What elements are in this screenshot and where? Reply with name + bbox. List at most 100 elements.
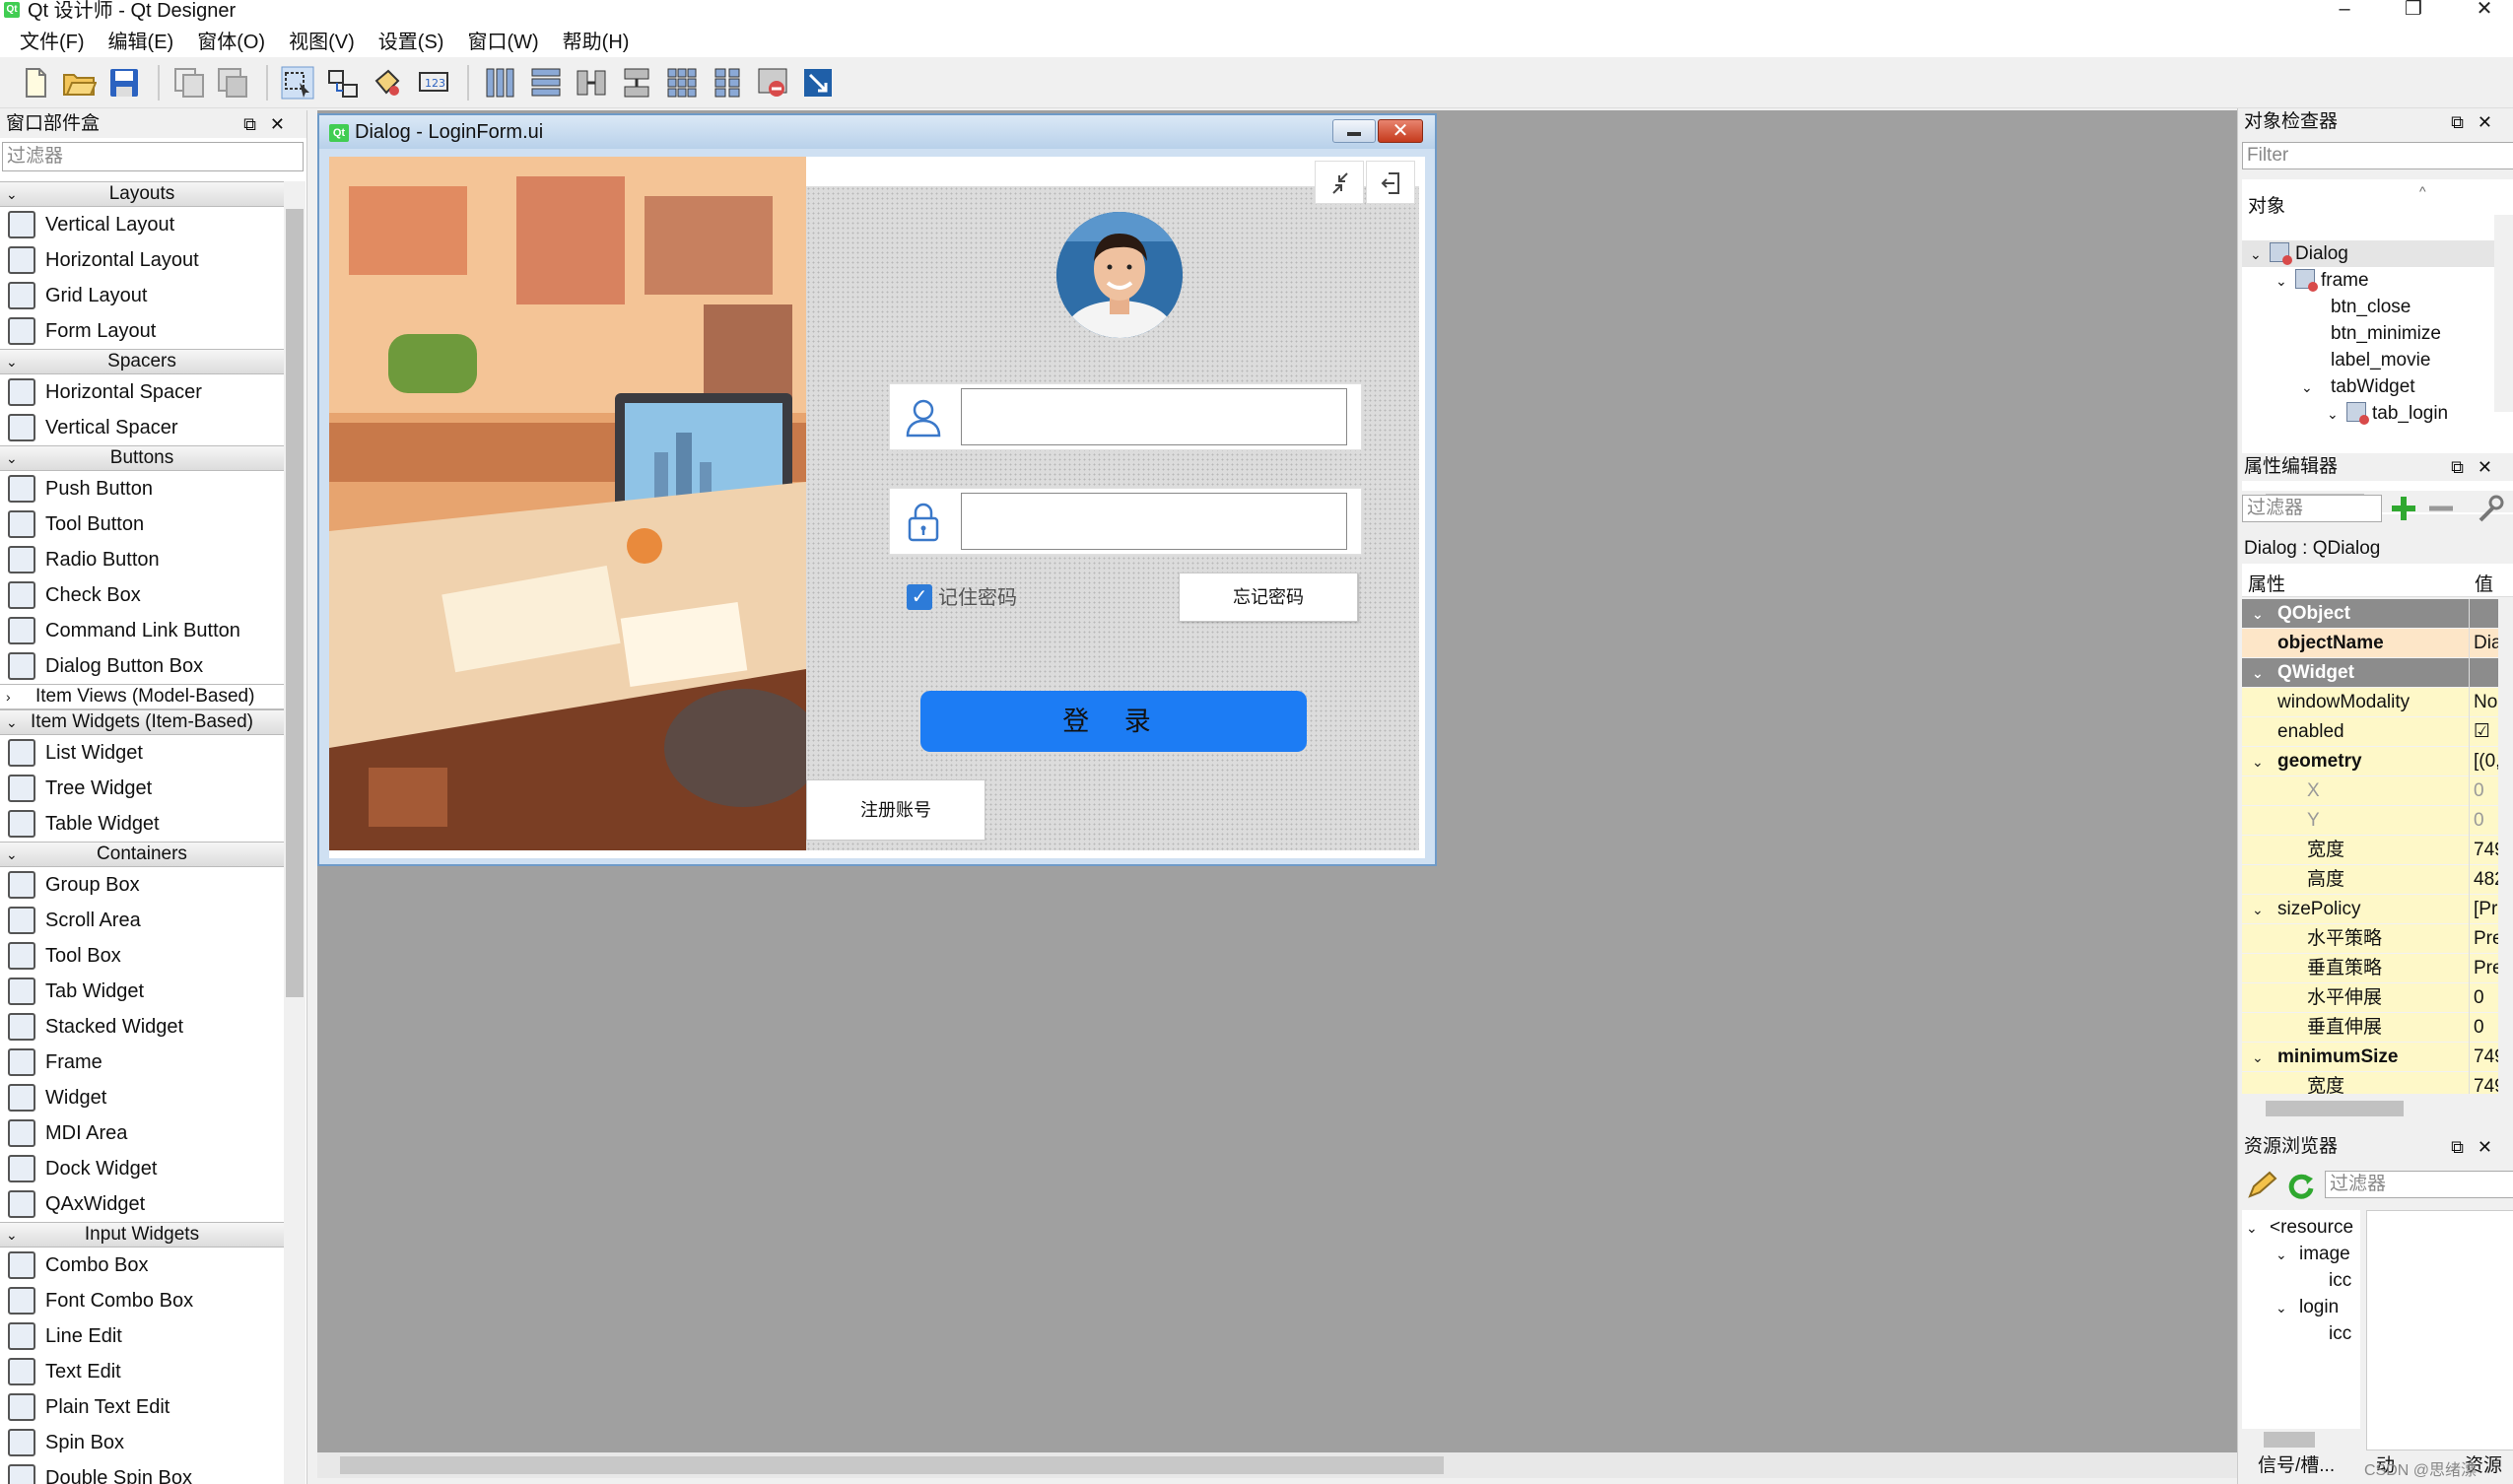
property-hscroll[interactable] [2242, 1098, 2513, 1119]
password-input[interactable] [961, 493, 1347, 550]
chevron-down-icon[interactable]: ⌄ [2250, 241, 2270, 268]
object-tree-item[interactable]: btn_close [2242, 294, 2494, 320]
object-tree-item[interactable]: label_movie [2242, 347, 2494, 373]
layout-horizontal-splitter-icon[interactable] [574, 65, 609, 101]
property-row[interactable]: enabled ☑ [2242, 717, 2513, 747]
property-hscroll-thumb[interactable] [2266, 1101, 2404, 1116]
menu-view[interactable]: 视图(V) [277, 26, 367, 54]
widget-box-item[interactable]: Font Combo Box [0, 1283, 284, 1318]
property-value[interactable]: 482 [2469, 865, 2502, 895]
property-row[interactable]: 垂直伸展 0 [2242, 1013, 2513, 1043]
chevron-down-icon[interactable]: ⌄ [2327, 401, 2346, 428]
login-button[interactable]: 登 录 [920, 691, 1307, 752]
resource-tree-item[interactable]: icc [2242, 1267, 2360, 1294]
property-value[interactable]: 0 [2469, 806, 2502, 836]
register-button[interactable]: 注册账号 [806, 779, 985, 841]
widget-category-header[interactable]: ⌄ Spacers [0, 349, 284, 374]
widget-box-item[interactable]: Double Spin Box [0, 1460, 284, 1484]
layout-grid-icon[interactable] [664, 65, 700, 101]
object-tree-item[interactable]: btn_minimize [2242, 320, 2494, 347]
widget-box-item[interactable]: Plain Text Edit [0, 1389, 284, 1425]
widget-box-item[interactable]: Horizontal Spacer [0, 374, 284, 410]
widget-box-item[interactable]: Tool Button [0, 506, 284, 542]
menu-edit[interactable]: 编辑(E) [97, 26, 186, 54]
widget-category-header[interactable]: ⌄ Item Widgets (Item-Based) [0, 709, 284, 735]
menu-file[interactable]: 文件(F) [8, 26, 97, 54]
open-folder-icon[interactable] [61, 65, 97, 101]
property-value[interactable]: Dia [2469, 629, 2502, 658]
property-row[interactable]: objectName Dia [2242, 629, 2513, 658]
close-window-button[interactable]: ✕ [2460, 0, 2509, 22]
menu-window[interactable]: 窗口(W) [455, 26, 550, 54]
dock-float-close-icons[interactable]: ⧉✕ [243, 110, 299, 138]
property-value[interactable]: Pre [2469, 924, 2502, 954]
chevron-down-icon[interactable]: ⌄ [2275, 1242, 2299, 1267]
property-vscroll[interactable] [2498, 599, 2513, 1094]
dock-float-close-icons[interactable]: ⧉✕ [2451, 1133, 2506, 1161]
property-row[interactable]: 水平伸展 0 [2242, 983, 2513, 1013]
layout-vertical-icon[interactable] [528, 65, 564, 101]
username-input[interactable] [961, 388, 1347, 445]
remember-password-checkbox[interactable]: ✓ [907, 584, 932, 610]
menu-help[interactable]: 帮助(H) [551, 26, 642, 54]
property-row[interactable]: ⌄ QWidget [2242, 658, 2513, 688]
remove-property-icon[interactable] [2425, 493, 2457, 524]
dialog-minimize-button[interactable] [1332, 119, 1376, 143]
resource-tree-item[interactable]: ⌄ image [2242, 1241, 2360, 1267]
widget-box-item[interactable]: Horizontal Layout [0, 242, 284, 278]
configure-wrench-icon[interactable] [2475, 493, 2506, 524]
resource-tree-hscroll-thumb[interactable] [2264, 1432, 2315, 1448]
edit-resources-pencil-icon[interactable] [2244, 1169, 2277, 1202]
resource-tree-hscroll[interactable] [2242, 1429, 2360, 1450]
widget-box-scroll-thumb[interactable] [286, 209, 304, 997]
widget-box-item[interactable]: Table Widget [0, 806, 284, 842]
btn-close[interactable] [1366, 161, 1415, 204]
object-tree-item[interactable]: ⌄ tab_login [2242, 400, 2494, 427]
object-inspector-filter-input[interactable]: Filter [2242, 142, 2513, 169]
object-tree-item[interactable]: ⌄ tabWidget [2242, 373, 2494, 400]
property-row[interactable]: X0 [2242, 776, 2513, 806]
property-value[interactable]: 0 [2469, 983, 2502, 1013]
property-row[interactable]: 宽度 749 [2242, 836, 2513, 865]
widget-box-item[interactable]: Check Box [0, 577, 284, 613]
property-row[interactable]: ⌄ minimumSize 749 [2242, 1043, 2513, 1072]
property-value[interactable]: 0 [2469, 1013, 2502, 1043]
edit-widgets-icon[interactable] [280, 65, 315, 101]
reload-resources-icon[interactable] [2283, 1169, 2317, 1202]
widget-box-item[interactable]: Tool Box [0, 938, 284, 974]
form-editor-hscroll-thumb[interactable] [340, 1456, 1444, 1474]
dock-float-close-icons[interactable]: ⧉✕ [2451, 453, 2506, 481]
widget-box-item[interactable]: QAxWidget [0, 1186, 284, 1222]
widget-box-item[interactable]: Tab Widget [0, 974, 284, 1009]
btn-minimize[interactable] [1315, 161, 1364, 204]
property-row[interactable]: Y0 [2242, 806, 2513, 836]
resource-tree-item[interactable]: ⌄ login [2242, 1294, 2360, 1320]
chevron-down-icon[interactable]: ⌄ [2301, 374, 2321, 401]
chevron-down-icon[interactable]: ⌄ [2275, 1295, 2299, 1320]
login-dialog-window[interactable]: Qt Dialog - LoginForm.ui ✕ ✓ 记住密码 忘记密码 登… [317, 113, 1437, 866]
widget-box-item[interactable]: Line Edit [0, 1318, 284, 1354]
chevron-down-icon[interactable]: ⌄ [2246, 1215, 2270, 1241]
widget-box-filter-input[interactable]: 过滤器 [2, 142, 304, 171]
widget-category-header[interactable]: ⌄ Containers [0, 842, 284, 867]
widget-box-item[interactable]: Scroll Area [0, 903, 284, 938]
widget-category-header[interactable]: ⌄ Buttons [0, 445, 284, 471]
widget-box-item[interactable]: Stacked Widget [0, 1009, 284, 1045]
property-row[interactable]: 垂直策略 Pre [2242, 954, 2513, 983]
widget-box-item[interactable]: Tree Widget [0, 771, 284, 806]
widget-box-item[interactable]: Dock Widget [0, 1151, 284, 1186]
widget-box-item[interactable]: List Widget [0, 735, 284, 771]
paste-icon[interactable] [215, 65, 250, 101]
widget-box-item[interactable]: Command Link Button [0, 613, 284, 648]
forget-password-button[interactable]: 忘记密码 [1179, 573, 1358, 622]
widget-box-item[interactable]: Grid Layout [0, 278, 284, 313]
resource-tree-item[interactable]: icc [2242, 1320, 2360, 1347]
widget-box-item[interactable]: Group Box [0, 867, 284, 903]
menu-form[interactable]: 窗体(O) [185, 26, 277, 54]
dialog-title-bar[interactable]: Qt Dialog - LoginForm.ui ✕ [319, 115, 1435, 149]
signals-slots-tab[interactable]: 信号/槽... [2258, 1452, 2335, 1480]
property-value[interactable]: [Pre [2469, 895, 2502, 924]
chevron-down-icon[interactable]: ⌄ [6, 710, 18, 734]
widget-box-item[interactable]: MDI Area [0, 1115, 284, 1151]
property-row[interactable]: 水平策略 Pre [2242, 924, 2513, 954]
